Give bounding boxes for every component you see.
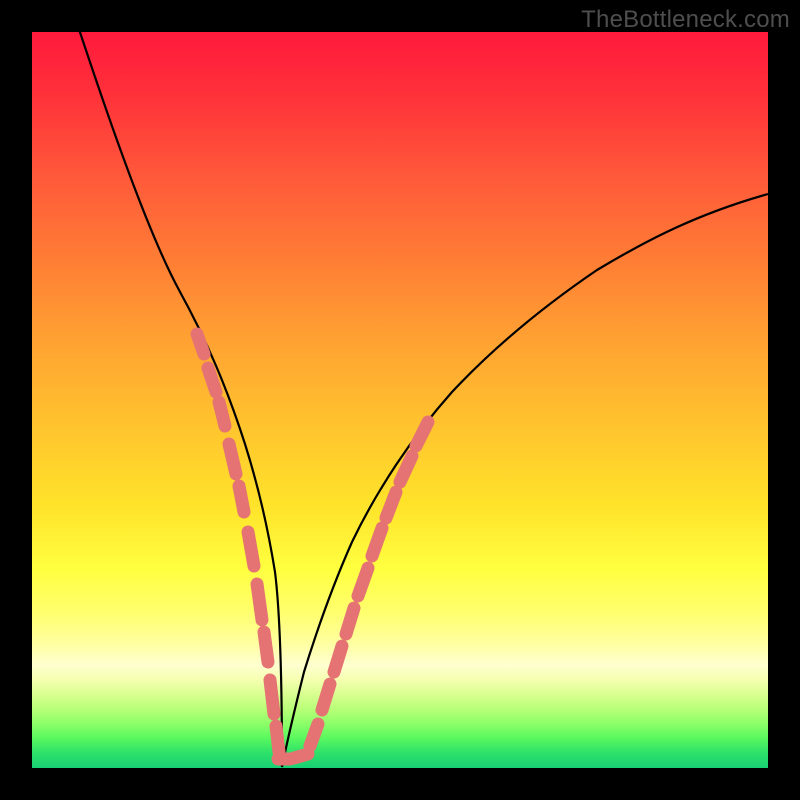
- chart-frame: TheBottleneck.com: [0, 0, 800, 800]
- curve-svg: [32, 32, 768, 768]
- highlight-right: [310, 422, 428, 746]
- bottleneck-curve: [32, 32, 768, 767]
- watermark-text: TheBottleneck.com: [581, 6, 790, 34]
- highlight-left: [197, 334, 279, 752]
- highlight-bottom: [278, 754, 308, 759]
- plot-area: [32, 32, 768, 768]
